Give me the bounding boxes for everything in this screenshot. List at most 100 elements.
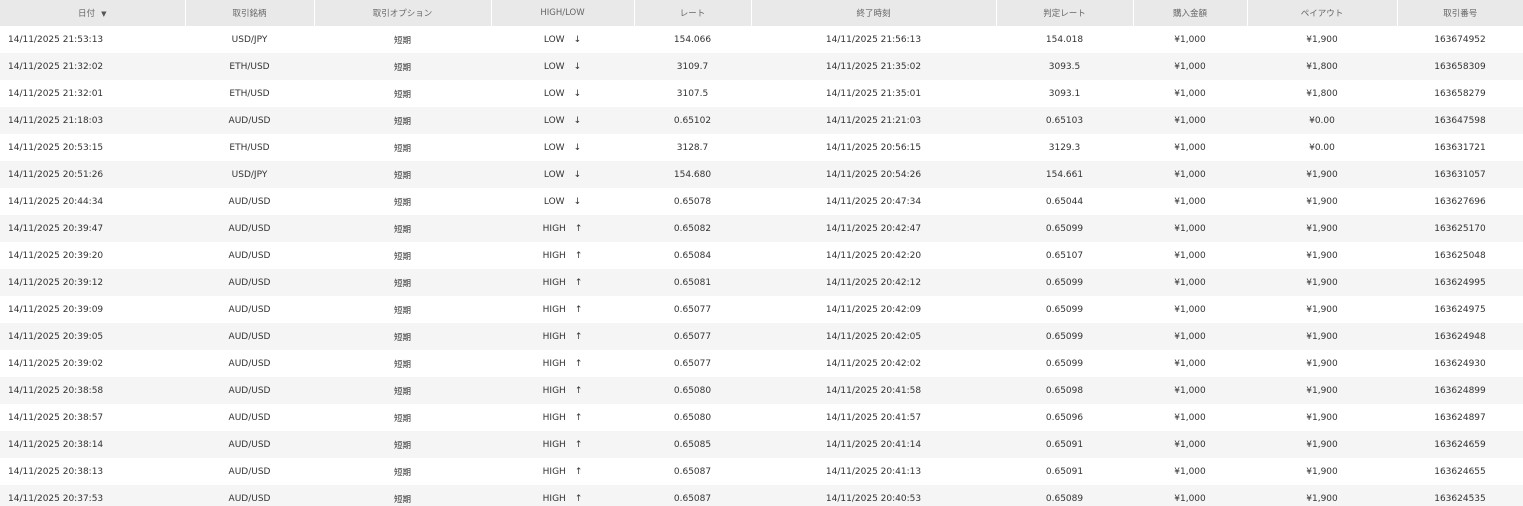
- cell-option: 短期: [314, 296, 491, 323]
- table-row[interactable]: 14/11/2025 21:32:01 ETH/USD 短期 LOW ↓ 3107.5 14…: [0, 80, 1523, 107]
- table-row[interactable]: 14/11/2025 20:39:05 AUD/USD 短期 HIGH ↑ 0.65077…: [0, 323, 1523, 350]
- cell-trade-number: 163625170: [1397, 215, 1523, 242]
- arrow-up-icon: ↑: [574, 439, 583, 450]
- cell-direction: HIGH ↑: [491, 377, 634, 404]
- table-row[interactable]: 14/11/2025 20:39:02 AUD/USD 短期 HIGH ↑ 0.65077…: [0, 350, 1523, 377]
- column-header-payout[interactable]: ペイアウト: [1247, 0, 1398, 26]
- column-header-option[interactable]: 取引オプション: [314, 0, 492, 26]
- cell-date: 14/11/2025 20:37:53: [0, 485, 185, 506]
- table-row[interactable]: 14/11/2025 20:44:34 AUD/USD 短期 LOW ↓ 0.65078 1…: [0, 188, 1523, 215]
- cell-option: 短期: [314, 215, 491, 242]
- arrow-up-icon: ↑: [574, 493, 583, 504]
- column-header-trade-number[interactable]: 取引番号: [1397, 0, 1523, 26]
- column-header-amount[interactable]: 購入金額: [1133, 0, 1248, 26]
- column-header-date[interactable]: 日付 ▼: [0, 0, 186, 26]
- cell-direction: HIGH ↑: [491, 242, 634, 269]
- direction-label: HIGH: [542, 412, 566, 423]
- table-row[interactable]: 14/11/2025 21:18:03 AUD/USD 短期 LOW ↓ 0.65102 1…: [0, 107, 1523, 134]
- cell-date: 14/11/2025 20:39:47: [0, 215, 185, 242]
- cell-amount: ¥1,000: [1133, 80, 1247, 107]
- column-header-end-time[interactable]: 終了時刻: [751, 0, 997, 26]
- arrow-down-icon: ↓: [573, 34, 582, 45]
- cell-trade-number: 163674952: [1397, 26, 1523, 53]
- cell-payout: ¥1,900: [1247, 458, 1397, 485]
- table-row[interactable]: 14/11/2025 21:53:13 USD/JPY 短期 LOW ↓ 154.066 1…: [0, 26, 1523, 53]
- table-row[interactable]: 14/11/2025 20:51:26 USD/JPY 短期 LOW ↓ 154.680 1…: [0, 161, 1523, 188]
- table-row[interactable]: 14/11/2025 20:38:14 AUD/USD 短期 HIGH ↑ 0.65085…: [0, 431, 1523, 458]
- cell-option: 短期: [314, 26, 491, 53]
- cell-symbol: AUD/USD: [185, 431, 314, 458]
- cell-option: 短期: [314, 188, 491, 215]
- cell-end-time: 14/11/2025 20:41:57: [751, 404, 996, 431]
- column-header-symbol[interactable]: 取引銘柄: [185, 0, 315, 26]
- cell-option: 短期: [314, 485, 491, 506]
- cell-end-time: 14/11/2025 20:42:12: [751, 269, 996, 296]
- cell-rate: 154.680: [634, 161, 751, 188]
- cell-judge-rate: 0.65089: [996, 485, 1133, 506]
- cell-payout: ¥1,900: [1247, 269, 1397, 296]
- cell-direction: HIGH ↑: [491, 323, 634, 350]
- cell-end-time: 14/11/2025 21:35:01: [751, 80, 996, 107]
- cell-amount: ¥1,000: [1133, 458, 1247, 485]
- cell-direction: LOW ↓: [491, 188, 634, 215]
- cell-symbol: ETH/USD: [185, 53, 314, 80]
- cell-judge-rate: 0.65091: [996, 458, 1133, 485]
- cell-direction: HIGH ↑: [491, 296, 634, 323]
- cell-rate: 3107.5: [634, 80, 751, 107]
- direction-label: HIGH: [542, 277, 566, 288]
- cell-direction: HIGH ↑: [491, 215, 634, 242]
- table-row[interactable]: 14/11/2025 20:38:58 AUD/USD 短期 HIGH ↑ 0.65080…: [0, 377, 1523, 404]
- cell-symbol: AUD/USD: [185, 404, 314, 431]
- cell-judge-rate: 3129.3: [996, 134, 1133, 161]
- cell-trade-number: 163627696: [1397, 188, 1523, 215]
- cell-payout: ¥1,900: [1247, 26, 1397, 53]
- cell-rate: 0.65077: [634, 296, 751, 323]
- cell-direction: LOW ↓: [491, 80, 634, 107]
- cell-end-time: 14/11/2025 21:56:13: [751, 26, 996, 53]
- table-row[interactable]: 14/11/2025 21:32:02 ETH/USD 短期 LOW ↓ 3109.7 14…: [0, 53, 1523, 80]
- arrow-down-icon: ↓: [573, 169, 582, 180]
- table-row[interactable]: 14/11/2025 20:38:13 AUD/USD 短期 HIGH ↑ 0.65087…: [0, 458, 1523, 485]
- cell-amount: ¥1,000: [1133, 215, 1247, 242]
- cell-option: 短期: [314, 350, 491, 377]
- table-row[interactable]: 14/11/2025 20:37:53 AUD/USD 短期 HIGH ↑ 0.65087…: [0, 485, 1523, 506]
- direction-label: HIGH: [542, 331, 566, 342]
- cell-payout: ¥0.00: [1247, 134, 1397, 161]
- cell-rate: 0.65082: [634, 215, 751, 242]
- cell-payout: ¥1,800: [1247, 53, 1397, 80]
- caret-down-icon[interactable]: ▼: [101, 10, 106, 18]
- direction-label: HIGH: [542, 439, 566, 450]
- cell-judge-rate: 0.65103: [996, 107, 1133, 134]
- table-row[interactable]: 14/11/2025 20:38:57 AUD/USD 短期 HIGH ↑ 0.65080…: [0, 404, 1523, 431]
- cell-direction: LOW ↓: [491, 53, 634, 80]
- cell-payout: ¥1,900: [1247, 215, 1397, 242]
- table-row[interactable]: 14/11/2025 20:39:47 AUD/USD 短期 HIGH ↑ 0.65082…: [0, 215, 1523, 242]
- cell-trade-number: 163624535: [1397, 485, 1523, 506]
- cell-symbol: AUD/USD: [185, 350, 314, 377]
- cell-trade-number: 163624975: [1397, 296, 1523, 323]
- cell-option: 短期: [314, 80, 491, 107]
- column-header-direction[interactable]: HIGH/LOW: [491, 0, 635, 26]
- column-header-judge-rate[interactable]: 判定レート: [996, 0, 1134, 26]
- table-row[interactable]: 14/11/2025 20:39:09 AUD/USD 短期 HIGH ↑ 0.65077…: [0, 296, 1523, 323]
- arrow-up-icon: ↑: [574, 358, 583, 369]
- cell-rate: 0.65077: [634, 323, 751, 350]
- cell-date: 14/11/2025 20:38:13: [0, 458, 185, 485]
- cell-date: 14/11/2025 20:39:20: [0, 242, 185, 269]
- column-header-rate[interactable]: レート: [634, 0, 752, 26]
- cell-direction: LOW ↓: [491, 107, 634, 134]
- table-row[interactable]: 14/11/2025 20:39:12 AUD/USD 短期 HIGH ↑ 0.65081…: [0, 269, 1523, 296]
- cell-rate: 3128.7: [634, 134, 751, 161]
- header-label: 日付: [78, 9, 96, 19]
- table-row[interactable]: 14/11/2025 20:53:15 ETH/USD 短期 LOW ↓ 3128.7 14…: [0, 134, 1523, 161]
- cell-payout: ¥1,900: [1247, 161, 1397, 188]
- cell-amount: ¥1,000: [1133, 377, 1247, 404]
- arrow-up-icon: ↑: [574, 277, 583, 288]
- direction-label: HIGH: [542, 466, 566, 477]
- cell-symbol: AUD/USD: [185, 269, 314, 296]
- cell-judge-rate: 0.65099: [996, 296, 1133, 323]
- header-row: 日付 ▼ 取引銘柄 取引オプション HIGH/LOW レート 終了時刻 判定レート…: [0, 0, 1523, 26]
- table-row[interactable]: 14/11/2025 20:39:20 AUD/USD 短期 HIGH ↑ 0.65084…: [0, 242, 1523, 269]
- cell-rate: 0.65080: [634, 377, 751, 404]
- cell-direction: HIGH ↑: [491, 350, 634, 377]
